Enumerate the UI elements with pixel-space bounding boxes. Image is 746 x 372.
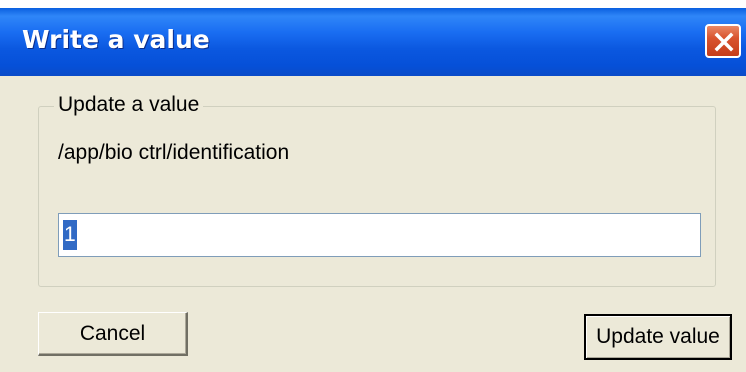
dialog-window: Write a value Update a value /app/bio ct… bbox=[0, 8, 746, 372]
value-input[interactable]: 1 bbox=[58, 213, 701, 257]
close-icon bbox=[714, 32, 734, 52]
dialog-body: Update a value /app/bio ctrl/identificat… bbox=[0, 76, 746, 372]
path-label: /app/bio ctrl/identification bbox=[58, 141, 290, 164]
group-legend: Update a value bbox=[54, 93, 204, 117]
title-bar[interactable]: Write a value bbox=[0, 8, 746, 76]
cancel-button[interactable]: Cancel bbox=[38, 312, 188, 356]
update-value-button[interactable]: Update value bbox=[584, 314, 732, 360]
update-group-box bbox=[38, 106, 716, 287]
close-button[interactable] bbox=[705, 24, 741, 58]
window-title: Write a value bbox=[22, 25, 210, 54]
value-input-text: 1 bbox=[63, 220, 77, 250]
